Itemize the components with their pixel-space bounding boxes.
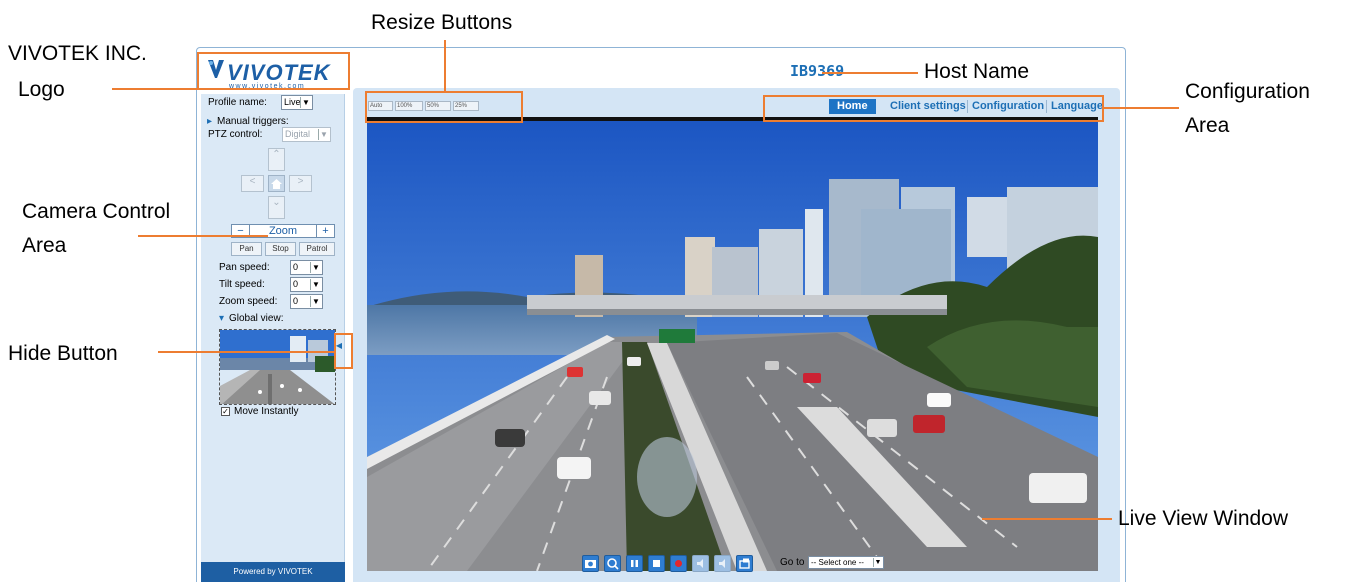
callout-resize: Resize Buttons [371, 11, 513, 34]
chevron-down-icon: ▼ [310, 279, 321, 290]
chevron-down-icon: ▼ [873, 558, 882, 567]
digital-zoom-icon[interactable] [604, 555, 621, 572]
callout-config-line2: Area [1185, 114, 1230, 137]
annotated-screenshot: VIVOTEK www.vivotek.com Profile name: Li… [0, 0, 1352, 582]
global-view-image [220, 330, 335, 404]
stop-icon[interactable] [648, 555, 665, 572]
callout-host-name: Host Name [924, 60, 1030, 83]
callout-live-view-leader [982, 518, 1112, 520]
fullscreen-icon[interactable] [736, 555, 753, 572]
callout-host-leader [822, 72, 918, 74]
ptz-down-button[interactable]: ⌄ [268, 196, 285, 219]
pause-icon[interactable] [626, 555, 643, 572]
callout-logo-line1: VIVOTEK INC. [8, 42, 147, 65]
ptz-home-button[interactable] [268, 175, 285, 192]
tilt-speed-label: Tilt speed: [219, 279, 265, 290]
resize-highlight-box [365, 91, 523, 123]
ptz-control-label: PTZ control: [208, 129, 263, 140]
stop-glyph [653, 560, 660, 567]
powered-by-footer: Powered by VIVOTEK [201, 562, 345, 582]
chevron-down-icon: ▼ [318, 129, 329, 140]
tilt-speed-value: 0 [293, 279, 299, 289]
zoom-in-button[interactable]: + [316, 225, 334, 237]
profile-name-value: Live [284, 97, 301, 107]
patrol-button[interactable]: Patrol [299, 242, 335, 256]
home-icon [271, 179, 282, 189]
snapshot-icon[interactable] [582, 555, 599, 572]
zoom-speed-label: Zoom speed: [219, 296, 278, 307]
pan-speed-select[interactable]: 0 ▼ [290, 260, 323, 275]
callout-live-view: Live View Window [1118, 507, 1289, 530]
goto-value: -- Select one -- [811, 558, 864, 567]
manual-triggers-label[interactable]: Manual triggers: [217, 116, 289, 127]
mic-icon[interactable] [714, 555, 731, 572]
callout-hide-button: Hide Button [8, 342, 118, 365]
goto-select[interactable]: -- Select one -- ▼ [808, 556, 884, 569]
record-icon[interactable] [670, 555, 687, 572]
live-view-window[interactable] [367, 117, 1098, 571]
chevron-down-icon: ▼ [310, 262, 321, 273]
ptz-control-value: Digital [285, 129, 311, 139]
fullscreen-glyph [739, 558, 750, 569]
ptz-right-button[interactable]: > [289, 175, 312, 192]
move-instantly-label: Move Instantly [234, 406, 299, 417]
profile-name-label: Profile name: [208, 97, 267, 108]
chevron-down-icon: ▼ [310, 296, 321, 307]
expand-arrow-icon[interactable]: ▸ [207, 116, 212, 127]
speaker-glyph [697, 559, 703, 568]
volume-icon[interactable] [692, 555, 709, 572]
chevron-down-icon: ▼ [300, 97, 311, 108]
callout-resize-leader [444, 40, 446, 92]
move-instantly-checkbox[interactable]: ✓ [221, 407, 230, 416]
pan-button[interactable]: Pan [231, 242, 262, 256]
profile-name-select[interactable]: Live ▼ [281, 95, 313, 110]
tilt-speed-select[interactable]: 0 ▼ [290, 277, 323, 292]
ptz-control-select[interactable]: Digital ▼ [282, 127, 331, 142]
global-view-label[interactable]: Global view: [229, 313, 283, 324]
talk-glyph [719, 559, 725, 568]
collapse-arrow-icon[interactable]: ▾ [219, 313, 224, 324]
zoom-speed-select[interactable]: 0 ▼ [290, 294, 323, 309]
ptz-up-button[interactable]: ⌃ [268, 148, 285, 171]
callout-logo-leader [112, 88, 200, 90]
callout-logo-line2: Logo [18, 78, 65, 101]
callout-camera-leader [138, 235, 268, 237]
goto-label: Go to [780, 557, 805, 568]
zoom-speed-value: 0 [293, 296, 299, 306]
callout-camera-line1: Camera Control [22, 200, 171, 223]
host-name: IB9369 [790, 62, 845, 80]
pause-glyph [631, 560, 638, 567]
ptz-left-button[interactable]: < [241, 175, 264, 192]
callout-config-line1: Configuration [1185, 80, 1310, 103]
pan-speed-value: 0 [293, 262, 299, 272]
global-view-thumbnail[interactable] [219, 329, 336, 405]
callout-config-leader [1104, 107, 1179, 109]
magnifier-glyph [607, 558, 619, 570]
callout-hide-leader [158, 351, 334, 353]
hide-button-highlight-box [334, 333, 353, 369]
logo-highlight-box [197, 52, 350, 90]
camera-glyph [585, 560, 596, 568]
stop-button[interactable]: Stop [265, 242, 296, 256]
callout-camera-line2: Area [22, 234, 67, 257]
configuration-highlight-box [763, 95, 1104, 122]
live-video-frame [367, 117, 1098, 571]
pan-speed-label: Pan speed: [219, 262, 270, 273]
record-glyph [675, 560, 682, 567]
